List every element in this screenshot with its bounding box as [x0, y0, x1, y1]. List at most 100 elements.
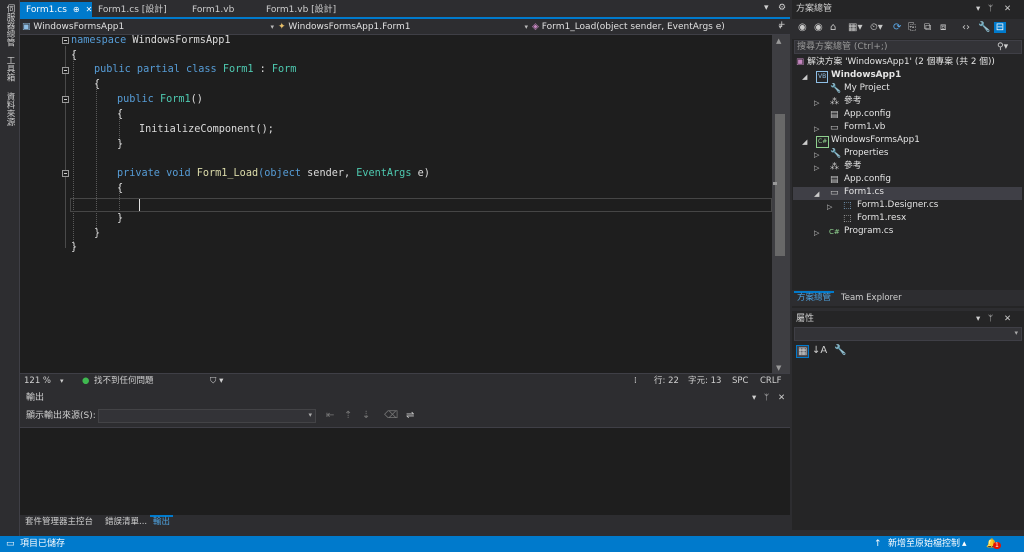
- expanded-triangle-icon[interactable]: ◢: [802, 73, 807, 81]
- close-icon[interactable]: ✕: [778, 393, 785, 403]
- output-text-area[interactable]: [20, 427, 790, 515]
- project-dropdown[interactable]: ▣ WindowsFormsApp1 ▾: [22, 20, 276, 34]
- pending-changes-icon[interactable]: ⏲▾: [870, 22, 883, 33]
- close-icon[interactable]: ✕: [1004, 314, 1011, 324]
- tree-item-properties[interactable]: Properties: [844, 147, 888, 160]
- tree-item-references[interactable]: 參考: [844, 95, 862, 108]
- collapse-all-icon[interactable]: ⧉: [924, 22, 931, 33]
- class-dropdown[interactable]: ✦ WindowsFormsApp1.Form1 ▾: [278, 20, 530, 34]
- issues-status[interactable]: 找不到任何問題: [94, 375, 154, 387]
- collapsed-triangle-icon[interactable]: ▷: [814, 125, 819, 133]
- tree-item-app-config-cs[interactable]: App.config: [844, 173, 891, 186]
- collapsed-triangle-icon[interactable]: ▷: [814, 229, 819, 237]
- pin-icon[interactable]: ᛘ: [988, 4, 993, 14]
- previous-message-icon[interactable]: ⇡: [344, 410, 352, 421]
- tree-item-windowsapp1[interactable]: WindowsApp1: [831, 69, 901, 82]
- properties-object-dropdown[interactable]: ▾: [794, 327, 1022, 341]
- tab-error-list[interactable]: 錯誤清單...: [102, 515, 150, 529]
- next-message-icon[interactable]: ⇣: [362, 410, 370, 421]
- tree-item-references-cs[interactable]: 參考: [844, 160, 862, 173]
- expanded-triangle-icon[interactable]: ◢: [814, 190, 819, 198]
- window-position-icon[interactable]: ▾: [976, 4, 980, 14]
- forward-icon[interactable]: ◉: [814, 22, 823, 33]
- tree-item-windowsformsapp1[interactable]: WindowsFormsApp1: [831, 134, 920, 147]
- scroll-down-icon[interactable]: ▼: [776, 364, 781, 372]
- toggle-word-wrap-icon[interactable]: ⇌: [406, 410, 414, 421]
- collapsed-triangle-icon[interactable]: ▷: [827, 203, 832, 211]
- data-sources-tab[interactable]: 資料來源: [4, 92, 16, 126]
- member-dropdown[interactable]: ◈ Form1_Load(object sender, EventArgs e)…: [532, 20, 784, 34]
- split-editor-icon[interactable]: +: [778, 20, 786, 30]
- settings-gear-icon[interactable]: ⚙: [778, 3, 786, 13]
- search-icon[interactable]: ⚲▾: [997, 41, 1008, 53]
- zoom-dropdown-icon[interactable]: ▾: [60, 375, 64, 387]
- sync-icon[interactable]: ⟳: [893, 22, 901, 33]
- back-icon[interactable]: ◉: [798, 22, 807, 33]
- pin-icon[interactable]: ᛘ: [988, 314, 993, 324]
- code-line-15: }: [71, 242, 78, 253]
- refresh-icon[interactable]: ⎘: [908, 22, 916, 33]
- pin-icon[interactable]: ⊕: [73, 5, 80, 14]
- solution-label: 解決方案 'WindowsApp1' (2 個專案 (共 2 個)): [807, 57, 995, 67]
- show-all-files-icon[interactable]: ⧈: [940, 22, 946, 33]
- home-icon[interactable]: ⌂: [830, 22, 836, 33]
- scrollbar-thumb[interactable]: [775, 114, 785, 256]
- scroll-up-icon[interactable]: ▲: [776, 37, 781, 45]
- tab-team-explorer[interactable]: Team Explorer: [838, 291, 905, 305]
- clear-all-icon[interactable]: ⌫: [384, 410, 398, 421]
- tree-item-form1-vb[interactable]: Form1.vb: [844, 121, 885, 134]
- tree-item-app-config[interactable]: App.config: [844, 108, 891, 121]
- collapse-constructor-icon[interactable]: [62, 96, 69, 103]
- tree-item-form1-cs[interactable]: Form1.cs: [844, 186, 884, 199]
- close-icon[interactable]: ✕: [1004, 4, 1011, 14]
- tab-list-dropdown-icon[interactable]: ▾: [764, 3, 769, 13]
- zoom-level[interactable]: 121 %: [24, 375, 51, 387]
- add-to-source-control[interactable]: 新增至原始檔控制: [888, 538, 960, 550]
- pin-icon[interactable]: ᛘ: [764, 393, 769, 403]
- toolbox-tab[interactable]: 工具箱: [4, 56, 16, 82]
- solution-search-input[interactable]: 搜尋方案總管 (Ctrl+;) ⚲▾: [794, 40, 1022, 54]
- tab-form1-cs[interactable]: Form1.cs ⊕ ✕: [20, 2, 92, 18]
- go-to-location-icon[interactable]: ⇤: [326, 410, 334, 421]
- view-code-icon[interactable]: ‹›: [962, 22, 970, 33]
- switch-views-icon[interactable]: ▦▾: [848, 22, 862, 33]
- chevron-up-icon[interactable]: ▴: [962, 538, 967, 550]
- window-position-icon[interactable]: ▾: [752, 393, 756, 403]
- chevron-down-icon: ▾: [270, 23, 274, 31]
- window-position-icon[interactable]: ▾: [976, 314, 980, 324]
- properties-wrench-icon[interactable]: 🔧: [978, 22, 990, 33]
- tree-item-form1-designer-cs[interactable]: Form1.Designer.cs: [857, 199, 938, 212]
- tab-form1-cs-design[interactable]: Form1.cs [設計]: [92, 2, 173, 18]
- output-source-dropdown[interactable]: ▾: [98, 409, 316, 423]
- collapsed-triangle-icon[interactable]: ▷: [814, 151, 819, 159]
- server-explorer-tab[interactable]: 伺服器總管: [4, 4, 16, 47]
- tab-package-manager-console[interactable]: 套件管理器主控台: [22, 515, 96, 529]
- code-line-13: }: [117, 213, 124, 224]
- code-identifier: e): [417, 168, 430, 179]
- tree-item-my-project[interactable]: My Project: [844, 82, 890, 95]
- preview-selected-icon[interactable]: ⊟: [994, 22, 1006, 33]
- collapse-class-icon[interactable]: [62, 67, 69, 74]
- collapse-namespace-icon[interactable]: [62, 37, 69, 44]
- scroll-left-icon[interactable]: ⁞: [634, 375, 637, 387]
- code-keyword: (object: [258, 168, 302, 179]
- property-pages-icon[interactable]: 🔧: [834, 345, 846, 356]
- collapse-method-icon[interactable]: [62, 170, 69, 177]
- collapsed-triangle-icon[interactable]: ▷: [814, 99, 819, 107]
- tree-item-program-cs[interactable]: Program.cs: [844, 225, 893, 238]
- tab-form1-vb-design[interactable]: Form1.vb [設計]: [260, 2, 342, 18]
- whitespace-mode: SPC: [732, 376, 749, 386]
- tree-item-form1-resx[interactable]: Form1.resx: [857, 212, 906, 225]
- tab-output[interactable]: 輸出: [150, 515, 174, 529]
- alphabetical-icon[interactable]: ↓A: [812, 345, 827, 356]
- categorized-icon[interactable]: ▦: [796, 345, 810, 358]
- tab-solution-explorer[interactable]: 方案總管: [794, 291, 835, 305]
- tab-form1-vb[interactable]: Form1.vb: [186, 2, 240, 18]
- code-line-6: {: [117, 109, 124, 120]
- collapsed-triangle-icon[interactable]: ▷: [814, 164, 819, 172]
- expanded-triangle-icon[interactable]: ◢: [802, 138, 807, 146]
- output-panel-header: 輸出 ▾ ᛘ ✕: [20, 391, 790, 405]
- member-dropdown-value: Form1_Load(object sender, EventArgs e): [541, 22, 725, 32]
- brush-icon[interactable]: ⛉ ▾: [210, 375, 223, 387]
- solution-node[interactable]: ▣ 解決方案 'WindowsApp1' (2 個專案 (共 2 個)): [796, 56, 995, 69]
